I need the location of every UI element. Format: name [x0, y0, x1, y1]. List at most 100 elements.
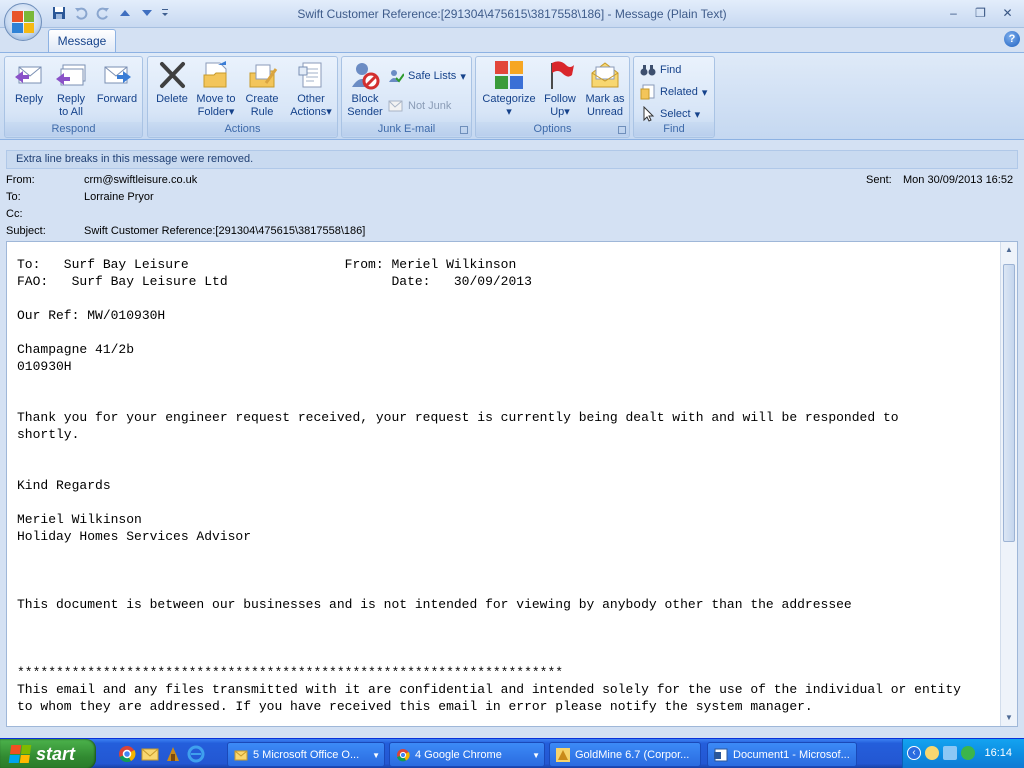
to-label: To: — [6, 191, 21, 203]
task-chrome[interactable]: 4 Google Chrome ▼ — [389, 742, 545, 767]
reply-button[interactable]: Reply — [9, 59, 49, 106]
dropdown-arrow-icon: ▾ — [564, 106, 570, 118]
outlook-icon[interactable] — [141, 745, 159, 763]
reply-icon — [13, 59, 45, 91]
find-button[interactable]: Find — [640, 61, 681, 79]
dropdown-arrow-icon: ▾ — [460, 70, 466, 83]
scroll-down-icon[interactable]: ▼ — [1001, 710, 1017, 726]
system-tray: ‹ 16:14 — [902, 739, 1024, 768]
restore-button[interactable]: ❐ — [968, 4, 993, 22]
reply-all-button[interactable]: Reply to All — [51, 59, 91, 119]
categorize-button[interactable]: Categorize ▾ — [480, 59, 538, 119]
word-icon — [714, 748, 728, 762]
safe-lists-button[interactable]: Safe Lists ▾ — [388, 67, 466, 85]
delete-icon — [156, 59, 188, 91]
ribbon-tabs: Message ? — [0, 28, 1024, 52]
tray-status-icon[interactable] — [961, 746, 975, 760]
office-button[interactable] — [4, 3, 42, 41]
mark-as-unread-icon — [589, 59, 621, 91]
related-icon — [640, 84, 656, 100]
create-rule-button[interactable]: Create Rule — [240, 59, 284, 119]
help-icon[interactable]: ? — [1004, 31, 1020, 47]
group-label-respond: Respond — [5, 122, 142, 136]
task-outlook[interactable]: 5 Microsoft Office O... ▼ — [227, 742, 385, 767]
group-find: Find Related ▾ Select ▾ Find — [633, 56, 715, 138]
sent-value: Mon 30/09/2013 16:52 — [903, 174, 1014, 186]
other-actions-button[interactable]: Other Actions▾ — [286, 59, 336, 119]
minimize-button[interactable]: – — [941, 4, 966, 22]
office-logo-icon — [12, 11, 34, 33]
window-controls: – ❐ ✕ — [941, 4, 1020, 22]
select-button[interactable]: Select ▾ — [640, 105, 700, 123]
forward-icon — [101, 59, 133, 91]
group-actions: Delete Move to Folder▾ Create Rule Other… — [147, 56, 338, 138]
ie-icon[interactable] — [187, 745, 205, 763]
subject-value: Swift Customer Reference:[291304\475615\… — [84, 225, 366, 237]
group-respond: Reply Reply to All Forward Respond — [4, 56, 143, 138]
follow-up-button[interactable]: Follow Up▾ — [540, 59, 580, 119]
dropdown-arrow-icon: ▾ — [701, 86, 708, 99]
forward-button[interactable]: Forward — [93, 59, 141, 106]
safe-lists-icon — [388, 68, 405, 84]
task-goldmine[interactable]: GoldMine 6.7 (Corpor... — [549, 742, 701, 767]
dropdown-arrow-icon: ▾ — [228, 106, 235, 118]
dropdown-arrow-icon: ▼ — [532, 751, 540, 760]
cc-label: Cc: — [6, 208, 23, 220]
group-label-find: Find — [634, 122, 714, 136]
info-bar[interactable]: Extra line breaks in this message were r… — [6, 150, 1018, 169]
dialog-launcher-icon[interactable] — [618, 126, 626, 134]
group-label-junk-email: Junk E-mail — [342, 122, 471, 136]
dialog-launcher-icon[interactable] — [460, 126, 468, 134]
group-label-actions: Actions — [148, 122, 337, 136]
goldmine-icon — [556, 747, 570, 762]
move-to-folder-icon — [200, 59, 232, 91]
goldmine-icon[interactable] — [164, 745, 182, 763]
dropdown-arrow-icon: ▾ — [694, 108, 701, 121]
mark-as-unread-button[interactable]: Mark as Unread — [582, 59, 628, 119]
tab-message[interactable]: Message — [48, 29, 116, 52]
taskbar: start 5 Microsoft Office O... ▼ 4 Google… — [0, 738, 1024, 768]
binoculars-icon — [640, 62, 656, 78]
windows-logo-icon — [8, 745, 32, 763]
title-bar: Swift Customer Reference:[291304\475615\… — [0, 0, 1024, 28]
outlook-icon — [234, 748, 248, 762]
other-actions-icon — [295, 59, 327, 91]
dropdown-arrow-icon: ▾ — [326, 106, 332, 118]
message-body[interactable]: To: Surf Bay Leisure From: Meriel Wilkin… — [6, 241, 1018, 727]
reply-all-icon — [55, 59, 87, 91]
not-junk-button[interactable]: Not Junk — [388, 97, 451, 115]
group-junk-email: Block Sender Safe Lists ▾ Not Junk Junk E… — [341, 56, 472, 138]
block-sender-button[interactable]: Block Sender — [344, 59, 386, 119]
start-button[interactable]: start — [0, 739, 96, 768]
chrome-icon — [396, 748, 410, 762]
to-value[interactable]: Lorraine Pryor — [84, 191, 154, 203]
scroll-thumb[interactable] — [1003, 264, 1015, 542]
related-button[interactable]: Related ▾ — [640, 83, 707, 101]
not-junk-icon — [388, 98, 404, 114]
tray-expand-icon[interactable]: ‹ — [907, 746, 921, 760]
cursor-icon — [640, 105, 656, 122]
dropdown-arrow-icon: ▾ — [506, 106, 512, 118]
task-word[interactable]: Document1 - Microsof... — [707, 742, 857, 767]
group-options: Categorize ▾ Follow Up▾ Mark as Unread O… — [475, 56, 630, 138]
tray-outlook-icon[interactable] — [925, 746, 939, 760]
subject-label: Subject: — [6, 225, 46, 237]
scroll-up-icon[interactable]: ▲ — [1001, 242, 1017, 258]
clock[interactable]: 16:14 — [984, 747, 1012, 759]
from-value[interactable]: crm@swiftleisure.co.uk — [84, 174, 197, 186]
delete-button[interactable]: Delete — [152, 59, 192, 106]
message-body-text: To: Surf Bay Leisure From: Meriel Wilkin… — [17, 257, 961, 714]
move-to-folder-button[interactable]: Move to Folder▾ — [194, 59, 238, 119]
group-label-options: Options — [476, 122, 629, 136]
vertical-scrollbar[interactable]: ▲ ▼ — [1000, 242, 1017, 726]
network-icon[interactable] — [943, 746, 957, 760]
from-label: From: — [6, 174, 35, 186]
block-sender-icon — [349, 59, 381, 91]
follow-up-flag-icon — [544, 59, 576, 91]
sent-label: Sent: — [866, 174, 892, 186]
create-rule-icon — [246, 59, 278, 91]
close-button[interactable]: ✕ — [995, 4, 1020, 22]
chrome-icon[interactable] — [118, 745, 136, 763]
ribbon: Reply Reply to All Forward Respond Delet… — [0, 52, 1024, 140]
window-title: Swift Customer Reference:[291304\475615\… — [297, 7, 727, 21]
